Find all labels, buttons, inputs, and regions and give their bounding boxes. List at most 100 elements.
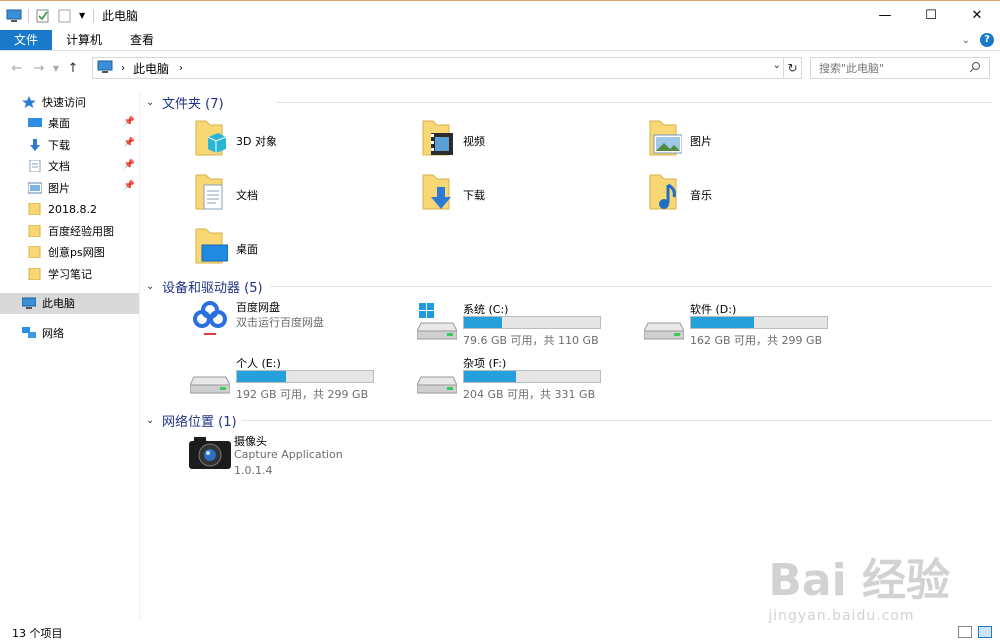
folder-icon [28, 245, 42, 259]
address-bar[interactable]: › 此电脑 › ⌄ [92, 57, 784, 79]
tab-file[interactable]: 文件 [0, 30, 53, 50]
sidebar-item-downloads[interactable]: 下载 📌 [0, 134, 139, 156]
hard-drive-icon [189, 371, 231, 398]
drive-usage-fill [691, 317, 754, 328]
minimize-button[interactable]: — [862, 1, 908, 30]
desktop-icon [28, 117, 42, 129]
pin-icon: 📌 [123, 181, 135, 191]
content-pane: ⌄ 文件夹 (7) 3D 对象 视频 图片 文档 下载 音乐 桌面 ⌄ 设备和驱… [146, 91, 996, 621]
breadcrumb-this-pc[interactable]: 此电脑 [133, 60, 169, 77]
sidebar-item-network[interactable]: 网络 [0, 322, 139, 344]
drive-usage-bar [463, 316, 601, 329]
collapse-chevron-icon[interactable]: ⌄ [146, 281, 160, 292]
drive-free-space: 79.6 GB 可用，共 110 GB [463, 334, 599, 347]
back-button[interactable]: ← [6, 61, 28, 76]
section-divider [242, 420, 992, 421]
breadcrumb-chevron-icon[interactable]: › [121, 63, 125, 74]
hard-drive-icon [416, 371, 458, 398]
device-name: 百度网盘 [236, 301, 280, 314]
sidebar-label: 下载 [48, 138, 70, 152]
refresh-button[interactable]: ↻ [784, 57, 802, 79]
ribbon-expand-icon[interactable]: ⌄ [962, 35, 970, 46]
drive-item[interactable]: 杂项 (F:) 204 GB 可用，共 331 GB [416, 355, 617, 403]
folder-name: 3D 对象 [236, 134, 277, 148]
folder-item-downloads[interactable]: 下载 [419, 173, 485, 216]
tab-computer[interactable]: 计算机 [52, 30, 116, 50]
sidebar-item-folder[interactable]: 2018.8.2 [0, 199, 139, 221]
explorer-window: ▼ 此电脑 — ☐ ✕ 文件 计算机 查看 ⌄ ? ← → ▼ ↑ › 此电脑 [0, 0, 1000, 644]
sidebar-item-folder[interactable]: 创意ps网图 [0, 242, 139, 264]
folder-name: 桌面 [236, 242, 258, 256]
folder-name: 音乐 [690, 188, 712, 202]
drive-name: 杂项 (F:) [463, 357, 507, 370]
drive-item[interactable]: 个人 (E:) 192 GB 可用，共 299 GB [189, 355, 390, 403]
search-input[interactable]: 搜索"此电脑" [810, 57, 990, 79]
sidebar-label: 此电脑 [42, 297, 75, 311]
details-view-icon[interactable] [958, 626, 972, 638]
collapse-chevron-icon[interactable]: ⌄ [146, 97, 160, 108]
sidebar-label: 文档 [48, 160, 70, 174]
folder-item-videos[interactable]: 视频 [419, 119, 485, 162]
pin-icon: 📌 [123, 159, 135, 170]
drive-usage-bar [236, 370, 374, 383]
hard-drive-icon [643, 317, 685, 344]
downloads-icon [419, 173, 455, 216]
folder-item-desktop[interactable]: 桌面 [192, 227, 258, 270]
drive-item[interactable]: 系统 (C:) 79.6 GB 可用，共 110 GB [416, 301, 617, 349]
drive-free-space: 162 GB 可用，共 299 GB [690, 334, 823, 347]
help-icon[interactable]: ? [980, 33, 994, 47]
section-header-network[interactable]: ⌄ 网络位置 (1) [146, 409, 996, 431]
close-button[interactable]: ✕ [954, 1, 1000, 30]
properties-icon[interactable] [35, 8, 51, 24]
section-header-folders[interactable]: ⌄ 文件夹 (7) [146, 91, 996, 113]
folder-item-3d-objects[interactable]: 3D 对象 [192, 119, 277, 162]
section-header-devices[interactable]: ⌄ 设备和驱动器 (5) [146, 275, 996, 297]
maximize-button[interactable]: ☐ [908, 1, 954, 30]
sidebar-item-pictures[interactable]: 图片 📌 [0, 177, 139, 199]
folder-name: 下载 [463, 188, 485, 202]
sidebar-label: 快速访问 [42, 95, 86, 109]
baidu-netdisk-icon [190, 299, 230, 342]
folder-item-documents[interactable]: 文档 [192, 173, 258, 216]
breadcrumb-chevron-icon[interactable]: › [179, 63, 183, 74]
recent-locations-icon[interactable]: ▼ [50, 64, 62, 73]
documents-icon [192, 173, 228, 216]
new-folder-icon[interactable] [57, 8, 73, 24]
navigation-pane: 快速访问 桌面 📌 下载 📌 文档 📌 图片 📌 2018.8.2 百度经验用图… [0, 91, 140, 621]
address-history-icon[interactable]: ⌄ [773, 60, 781, 71]
section-label: 网络位置 (1) [162, 414, 237, 430]
folder-name: 视频 [463, 134, 485, 148]
tab-view[interactable]: 查看 [116, 30, 168, 50]
sidebar-item-documents[interactable]: 文档 📌 [0, 156, 139, 178]
forward-button[interactable]: → [28, 61, 50, 76]
folder-icon [28, 202, 42, 216]
large-icons-view-icon[interactable] [978, 626, 992, 638]
folder-item-pictures[interactable]: 图片 [646, 119, 712, 162]
toolbar-divider [28, 8, 29, 23]
network-item-description: Capture Application [234, 448, 343, 461]
drive-name: 软件 (D:) [690, 303, 737, 316]
videos-icon [419, 119, 455, 162]
sidebar-item-folder[interactable]: 百度经验用图 [0, 220, 139, 242]
folder-item-music[interactable]: 音乐 [646, 173, 712, 216]
sidebar-item-folder[interactable]: 学习笔记 [0, 263, 139, 285]
sidebar-item-desktop[interactable]: 桌面 📌 [0, 113, 139, 135]
folders-grid: 3D 对象 视频 图片 文档 下载 音乐 桌面 [146, 113, 996, 275]
baidu-netdisk-item[interactable]: 百度网盘 双击运行百度网盘 [190, 299, 410, 341]
up-button[interactable]: ↑ [62, 61, 84, 76]
computer-icon [21, 297, 37, 310]
collapse-chevron-icon[interactable]: ⌄ [146, 415, 160, 426]
folder-name: 文档 [236, 188, 258, 202]
sidebar-label: 创意ps网图 [48, 246, 105, 260]
drive-item[interactable]: 软件 (D:) 162 GB 可用，共 299 GB [643, 301, 844, 349]
network-item-version: 1.0.1.4 [234, 464, 273, 477]
drive-name: 个人 (E:) [236, 357, 281, 370]
network-item-camera[interactable]: 摄像头 Capture Application 1.0.1.4 [188, 433, 408, 485]
devices-grid: 百度网盘 双击运行百度网盘 系统 (C:) 79.6 GB 可用，共 110 GB… [146, 297, 996, 409]
section-divider [270, 286, 992, 287]
customize-dropdown-icon[interactable]: ▼ [79, 8, 87, 24]
sidebar-item-this-pc[interactable]: 此电脑 [0, 292, 139, 314]
sidebar-item-quick-access[interactable]: 快速访问 [0, 91, 139, 113]
sidebar-label: 2018.8.2 [48, 202, 97, 216]
